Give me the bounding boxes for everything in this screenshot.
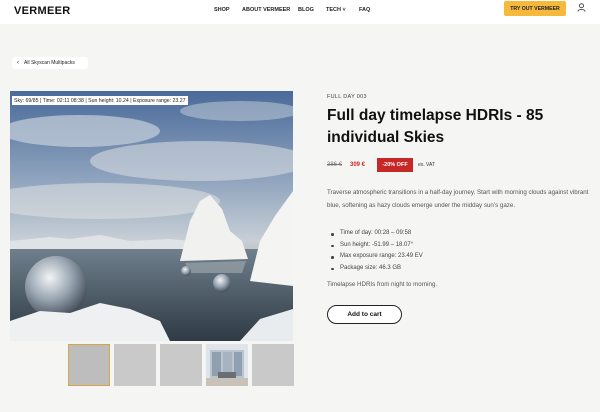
- nav-about-vermeer[interactable]: ABOUT VERMEER: [242, 7, 290, 13]
- product-specs-list: Time of day: 00:28 – 09:58 Sun height: -…: [327, 228, 423, 274]
- nav-blog[interactable]: BLOG: [298, 7, 314, 13]
- site-header: VERMEER SHOP ABOUT VERMEER BLOG TECH ˅ F…: [0, 0, 600, 24]
- thumbnail-3[interactable]: [160, 344, 202, 386]
- back-to-multipacks-link[interactable]: ‹ All Skyscan Multipacks: [12, 57, 88, 69]
- product-title: Full day timelapse HDRIs - 85 individual…: [327, 107, 544, 146]
- interior-preview-image: [206, 344, 248, 386]
- spec-time-of-day: Time of day: 00:28 – 09:58: [327, 228, 423, 240]
- nav-tech-dropdown[interactable]: TECH ˅: [326, 7, 346, 13]
- spec-exposure-range: Max exposure range: 23.49 EV: [327, 251, 423, 263]
- discount-badge: -20% OFF: [377, 158, 413, 172]
- vermeer-logo[interactable]: VERMEER: [14, 5, 71, 17]
- old-price: 386 €: [327, 162, 343, 168]
- product-main-image[interactable]: [10, 91, 293, 341]
- thumbnail-2[interactable]: [114, 344, 156, 386]
- back-link-label: All Skyscan Multipacks: [24, 60, 75, 66]
- chevron-left-icon: ‹: [17, 60, 19, 66]
- nav-faq[interactable]: FAQ: [359, 7, 370, 13]
- arctic-sky-photo: [10, 91, 293, 341]
- try-out-vermeer-button[interactable]: TRY OUT VERMEER: [504, 1, 566, 16]
- new-price: 309 €: [350, 162, 366, 168]
- image-info-overlay: Sky: 69/85 | Time: 02:11 08:38 | Sun hei…: [12, 96, 188, 105]
- vat-note: ex. VAT: [418, 162, 436, 168]
- thumbnail-4[interactable]: [206, 344, 248, 386]
- product-subtitle: FULL DAY 003: [327, 94, 367, 100]
- thumbnail-5[interactable]: [252, 344, 294, 386]
- add-to-cart-button[interactable]: Add to cart: [327, 305, 402, 324]
- user-account-icon[interactable]: [577, 3, 586, 12]
- product-tagline: Timelapse HDRIs from night to morning.: [327, 281, 438, 288]
- spec-package-size: Package size: 46.3 GB: [327, 263, 423, 275]
- spec-sun-height: Sun height: -51.99 – 18.07°: [327, 240, 423, 252]
- product-description: Traverse atmospheric transitions in a ha…: [327, 189, 589, 209]
- thumbnail-1[interactable]: [68, 344, 110, 386]
- nav-shop[interactable]: SHOP: [214, 7, 230, 13]
